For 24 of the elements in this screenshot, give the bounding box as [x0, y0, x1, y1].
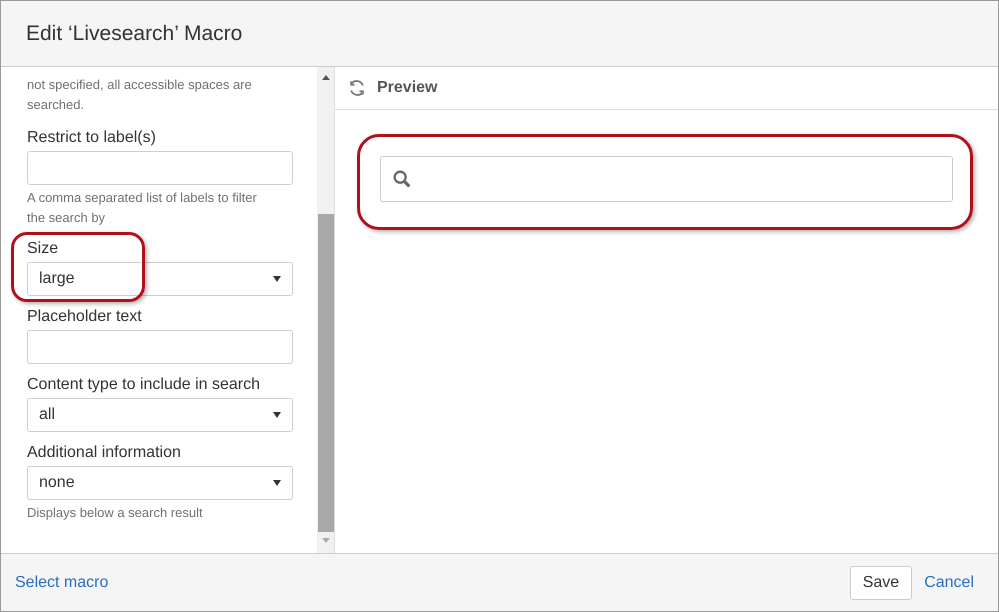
dialog-title: Edit ‘Livesearch’ Macro [26, 20, 242, 47]
field-label: Size [27, 239, 60, 259]
field-label: Restrict to label(s) [27, 128, 157, 148]
help-text: A comma separated list of labels to filter the search by [27, 189, 258, 227]
field-label: Additional information [27, 443, 182, 463]
cancel-link[interactable]: Cancel [924, 570, 974, 594]
input-field[interactable] [27, 151, 293, 185]
description-text: not specified, all accessible spaces are searched. [27, 76, 253, 114]
save-button[interactable]: Save [850, 566, 912, 600]
preview-title: Preview [377, 78, 438, 98]
dropdown-arrow-icon [273, 412, 281, 418]
select-field[interactable]: none [27, 466, 293, 500]
search-field[interactable] [380, 156, 953, 202]
help-text: Displays below a search result [27, 504, 204, 522]
scrollbar[interactable] [317, 67, 335, 553]
dropdown-arrow-icon [273, 480, 281, 486]
search-icon [391, 168, 413, 190]
dropdown-arrow-icon [273, 276, 281, 282]
select-field[interactable]: all [27, 398, 293, 432]
field-label: Content type to include in search [27, 375, 262, 395]
select-macro-link[interactable]: Select macro [15, 570, 108, 594]
select-field[interactable]: large [27, 262, 293, 296]
field-label: Placeholder text [27, 307, 143, 327]
input-field[interactable] [27, 330, 293, 364]
